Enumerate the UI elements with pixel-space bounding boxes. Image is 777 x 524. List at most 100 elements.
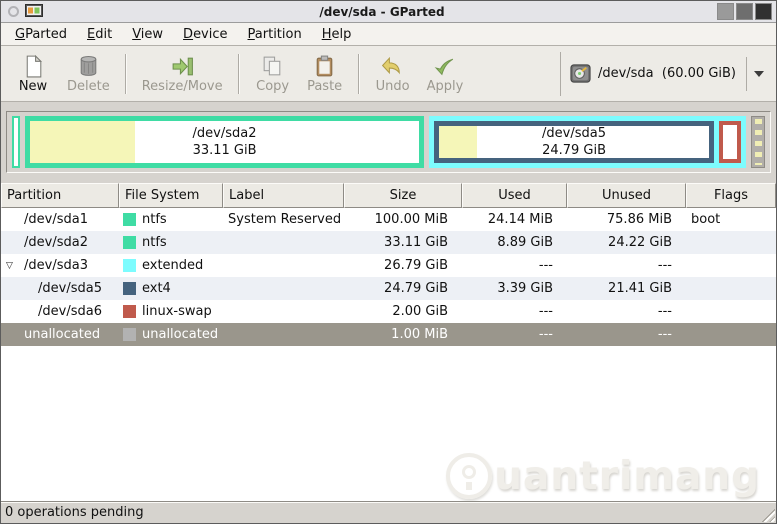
resize-grip[interactable]	[760, 507, 775, 522]
label-cell	[223, 254, 344, 277]
partition-cell: unallocated	[24, 327, 101, 342]
menu-edit[interactable]: Edit	[77, 25, 122, 44]
unused-cell: ---	[657, 304, 672, 319]
undo-button[interactable]: Undo	[367, 49, 419, 99]
table-row-unallocated[interactable]: unallocated unallocated 1.00 MiB --- ---	[1, 323, 776, 346]
undo-icon	[382, 56, 400, 74]
used-cell: 24.14 MiB	[487, 212, 553, 227]
flags-cell: boot	[691, 212, 721, 227]
watermark: uantrimang	[446, 453, 760, 499]
disk-segment-unallocated[interactable]	[751, 116, 765, 168]
new-button[interactable]: New	[7, 49, 59, 99]
fs-color-swatch	[123, 259, 136, 272]
fs-color-swatch	[123, 236, 136, 249]
window-menu-icon[interactable]	[8, 6, 19, 17]
delete-button[interactable]: Delete	[59, 49, 118, 99]
gparted-app-icon	[25, 4, 43, 17]
size-cell: 100.00 MiB	[374, 212, 448, 227]
column-header-label[interactable]: Label	[223, 183, 344, 208]
apply-icon	[435, 58, 454, 75]
table-empty-area: uantrimang	[1, 346, 776, 501]
flags-cell	[686, 231, 776, 254]
toolbar-separator	[124, 53, 127, 94]
label-cell	[223, 300, 344, 323]
menu-bar: GParted Edit View Device Partition Help	[1, 23, 776, 46]
copy-icon	[263, 56, 281, 75]
partition-cell: /dev/sda1	[24, 212, 88, 227]
unused-cell: 24.22 GiB	[608, 235, 672, 250]
hard-disk-icon	[570, 64, 591, 83]
title-bar: /dev/sda - GParted	[1, 1, 776, 23]
menu-view[interactable]: View	[122, 25, 173, 44]
label-cell	[223, 231, 344, 254]
unused-cell: ---	[657, 327, 672, 342]
device-selector[interactable]: /dev/sda (60.00 GiB)	[559, 51, 770, 96]
disk-segment-sda5[interactable]: /dev/sda5 24.79 GiB	[434, 121, 714, 163]
table-row-sda3[interactable]: ▽/dev/sda3 extended 26.79 GiB --- ---	[1, 254, 776, 277]
device-selector-label: /dev/sda (60.00 GiB)	[597, 66, 736, 81]
disk-segment-sda1[interactable]	[12, 116, 20, 168]
disk-segment-sda2[interactable]: /dev/sda2 33.11 GiB	[25, 116, 425, 168]
segment-size: 33.11 GiB	[192, 143, 257, 158]
window-title: /dev/sda - GParted	[319, 4, 445, 19]
paste-button[interactable]: Paste	[299, 49, 351, 99]
column-header-size[interactable]: Size	[344, 183, 462, 208]
expander-icon[interactable]: ▽	[6, 261, 13, 271]
flags-cell	[686, 300, 776, 323]
resize-move-button[interactable]: Resize/Move	[134, 49, 231, 99]
copy-button[interactable]: Copy	[247, 49, 299, 99]
flags-cell	[686, 277, 776, 300]
table-row-sda1[interactable]: /dev/sda1 ntfs System Reserved 100.00 Mi…	[1, 208, 776, 231]
menu-device[interactable]: Device	[173, 25, 237, 44]
maximize-button[interactable]	[736, 3, 753, 20]
disk-segment-sda3-extended[interactable]: /dev/sda5 24.79 GiB	[429, 116, 746, 168]
unallocated-hatch-pattern	[754, 119, 762, 165]
table-row-sda6[interactable]: /dev/sda6 linux-swap 2.00 GiB --- ---	[1, 300, 776, 323]
file-system-cell: unallocated	[119, 323, 223, 346]
minimize-button[interactable]	[717, 3, 734, 20]
segment-size: 24.79 GiB	[542, 143, 607, 158]
file-system-cell: linux-swap	[119, 300, 223, 323]
menu-partition[interactable]: Partition	[238, 25, 312, 44]
table-header: Partition File System Label Size Used Un…	[1, 183, 776, 208]
used-cell: 3.39 GiB	[497, 281, 553, 296]
file-system-cell: extended	[119, 254, 223, 277]
flags-cell	[686, 254, 776, 277]
used-cell: ---	[538, 258, 553, 273]
unused-cell: 75.86 MiB	[606, 212, 672, 227]
size-cell: 1.00 MiB	[391, 327, 448, 342]
file-system-cell: ntfs	[119, 208, 223, 231]
table-row-sda5[interactable]: /dev/sda5 ext4 24.79 GiB 3.39 GiB 21.41 …	[1, 277, 776, 300]
apply-button[interactable]: Apply	[419, 49, 472, 99]
partition-cell: ▽/dev/sda3	[6, 258, 88, 273]
file-system-cell: ext4	[119, 277, 223, 300]
column-header-unused[interactable]: Unused	[567, 183, 686, 208]
status-bar: 0 operations pending	[1, 501, 776, 523]
disk-visual-area: /dev/sda2 33.11 GiB /dev/sda5 24.79 GiB	[1, 102, 776, 183]
disk-visual-bar: /dev/sda2 33.11 GiB /dev/sda5 24.79 GiB	[6, 111, 771, 173]
column-header-partition[interactable]: Partition	[1, 183, 119, 208]
resize-move-icon	[172, 57, 193, 75]
close-button[interactable]	[755, 3, 772, 20]
watermark-text: uantrimang	[494, 453, 760, 499]
used-cell: 8.89 GiB	[497, 235, 553, 250]
combo-separator	[746, 56, 747, 91]
menu-help[interactable]: Help	[312, 25, 362, 44]
table-row-sda2[interactable]: /dev/sda2 ntfs 33.11 GiB 8.89 GiB 24.22 …	[1, 231, 776, 254]
fs-color-swatch	[123, 213, 136, 226]
new-partition-icon	[26, 54, 42, 77]
paste-icon	[316, 55, 333, 76]
menu-gparted[interactable]: GParted	[5, 25, 77, 44]
quantrimang-logo-icon	[446, 453, 493, 499]
delete-icon	[80, 55, 97, 76]
toolbar: New Delete Resize/Move Copy Paste Undo A…	[1, 46, 776, 102]
segment-name: /dev/sda2	[192, 126, 257, 141]
column-header-used[interactable]: Used	[462, 183, 567, 208]
used-cell: ---	[538, 327, 553, 342]
size-cell: 2.00 GiB	[392, 304, 448, 319]
disk-segment-sda6[interactable]	[719, 121, 741, 163]
column-header-file-system[interactable]: File System	[119, 183, 223, 208]
label-cell	[223, 323, 344, 346]
toolbar-separator	[357, 53, 360, 94]
column-header-flags[interactable]: Flags	[686, 183, 776, 208]
